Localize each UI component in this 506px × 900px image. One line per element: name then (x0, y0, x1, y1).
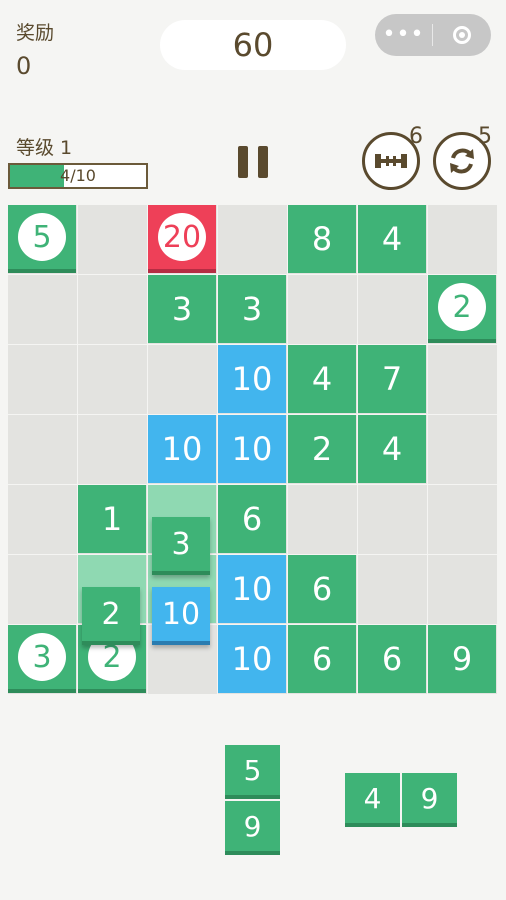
number-tile: 3 (148, 275, 216, 343)
number-tile: 3 (8, 625, 76, 693)
level-progress-bar: 4/10 (8, 163, 148, 189)
number-tile: 4 (358, 205, 426, 273)
circled-number-badge: 2 (438, 283, 486, 331)
board-cell[interactable] (218, 205, 287, 274)
hammer-icon (375, 154, 407, 168)
tray-piece-horizontal[interactable]: 4 9 (345, 773, 457, 829)
board-cell[interactable] (428, 415, 497, 484)
level-label: 等级 1 (16, 137, 73, 159)
pause-bar-right (258, 146, 268, 178)
board-cell[interactable] (148, 345, 217, 414)
board-cell[interactable] (428, 485, 497, 554)
board-cell[interactable] (8, 485, 77, 554)
board-cell[interactable] (358, 485, 427, 554)
game-board[interactable]: 5 20 8 4 3 3 2 10 4 7 10 10 2 4 1 6 10 6 3 2 10 6 6 9 3 2 10 (8, 205, 498, 695)
board-cell[interactable] (8, 275, 77, 344)
board-cell[interactable] (8, 415, 77, 484)
board-cell[interactable] (358, 275, 427, 344)
board-cell[interactable] (428, 205, 497, 274)
tray-piece-vertical[interactable]: 5 9 (225, 745, 281, 857)
pause-button[interactable] (238, 146, 268, 178)
number-tile: 3 (218, 275, 286, 343)
number-tile: 2 (428, 275, 496, 343)
tray-tile: 9 (402, 773, 457, 827)
dragged-tile[interactable]: 10 (152, 587, 210, 645)
number-tile: 10 (218, 555, 286, 623)
board-cell[interactable] (428, 345, 497, 414)
number-tile: 10 (148, 415, 216, 483)
number-tile: 10 (218, 345, 286, 413)
number-tile: 6 (358, 625, 426, 693)
circled-number-badge: 3 (18, 633, 66, 681)
close-mini-program-button[interactable] (433, 26, 490, 44)
dragged-tile[interactable]: 3 (152, 517, 210, 575)
score-display: 60 (160, 20, 346, 70)
number-tile: 20 (148, 205, 216, 273)
tray-tile: 9 (225, 801, 280, 855)
number-tile: 1 (78, 485, 146, 553)
tray-tile: 4 (345, 773, 400, 827)
board-cell[interactable] (78, 345, 147, 414)
circled-number-badge: 5 (18, 213, 66, 261)
number-tile: 7 (358, 345, 426, 413)
tray-tile: 5 (225, 745, 280, 799)
board-cell[interactable] (288, 275, 357, 344)
number-tile: 4 (288, 345, 356, 413)
dragged-tile[interactable]: 2 (82, 587, 140, 645)
more-options-button[interactable]: ••• (375, 14, 432, 56)
number-tile: 10 (218, 415, 286, 483)
refresh-icon (450, 148, 474, 174)
board-cell[interactable] (8, 555, 77, 624)
number-tile: 6 (288, 555, 356, 623)
score-value: 60 (232, 26, 274, 64)
board-cell[interactable] (78, 275, 147, 344)
board-cell[interactable] (428, 555, 497, 624)
level-progress-text: 4/10 (60, 166, 96, 185)
reward-label: 奖励 (16, 22, 55, 44)
hammer-count: 6 (409, 124, 423, 149)
refresh-count: 5 (478, 124, 492, 149)
board-cell[interactable] (78, 205, 147, 274)
number-tile: 5 (8, 205, 76, 273)
board-cell[interactable] (358, 555, 427, 624)
pause-bar-left (238, 146, 248, 178)
reward-value: 0 (16, 52, 32, 80)
number-tile: 8 (288, 205, 356, 273)
number-tile: 9 (428, 625, 496, 693)
board-cell[interactable] (288, 485, 357, 554)
board-cell[interactable] (8, 345, 77, 414)
number-tile: 6 (218, 485, 286, 553)
number-tile: 6 (288, 625, 356, 693)
circled-number-badge: 20 (158, 213, 206, 261)
target-circle-icon (452, 26, 471, 44)
mini-program-capsule: ••• (375, 14, 491, 56)
number-tile: 2 (288, 415, 356, 483)
number-tile: 10 (218, 625, 286, 693)
number-tile: 4 (358, 415, 426, 483)
board-cell[interactable] (78, 415, 147, 484)
